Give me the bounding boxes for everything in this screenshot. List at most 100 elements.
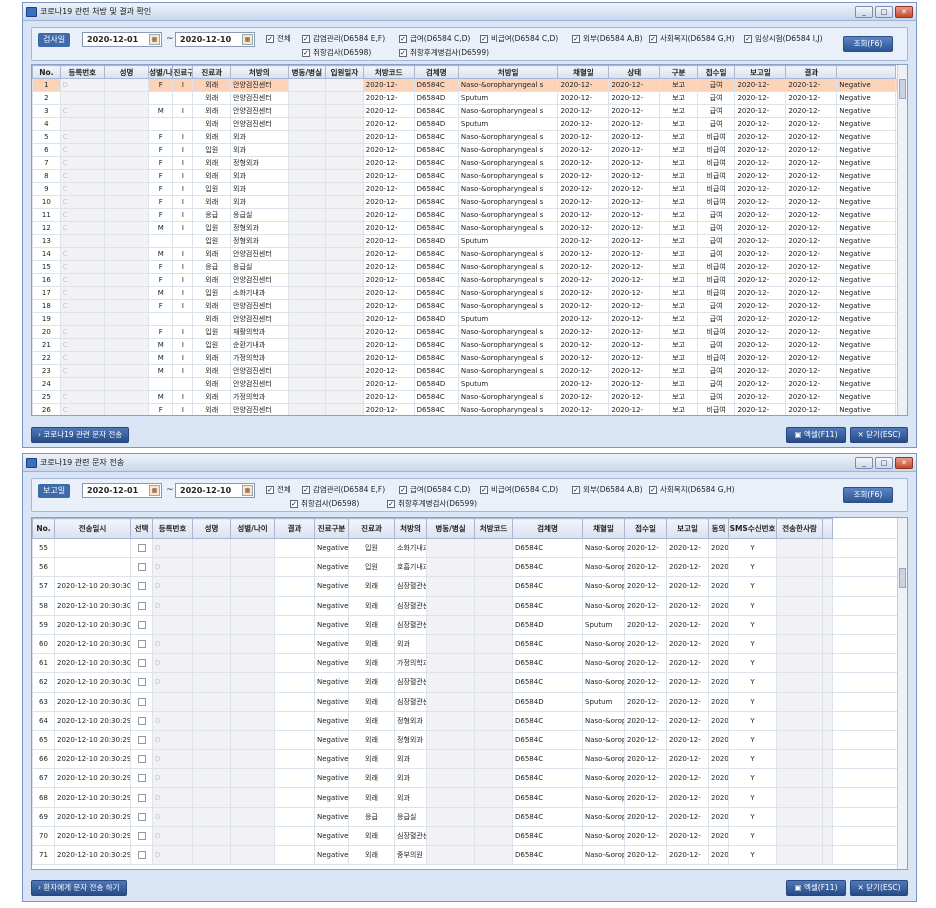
minimize-icon[interactable]: _ [855,457,873,469]
table-row[interactable]: 632020-12-10 20:30:30 Negative외래심장혈관센터 D65… [32,691,907,712]
table-row[interactable]: 60 2020-12-10 20:30:30 D Negative 외래 외과 D6584C… [32,633,907,655]
table-row[interactable]: 8 C F I 외래 외과 2020-12- D6584C Naso-&oropharyngea… [32,169,907,183]
column-header[interactable]: 결과 [785,65,838,79]
table-row[interactable]: 69 2020-12-10 20:30:29 D Negative 응급 응급실 D6584… [32,806,907,827]
table-row[interactable]: 61 2020-12-10 20:30:30 D Negative 외래 가정의학과 D65… [32,653,907,674]
scroll-thumb[interactable] [899,79,906,99]
column-header[interactable]: 입원일자 [325,65,364,79]
column-header[interactable]: 진료구분 [314,518,349,539]
column-header[interactable]: 결과 [274,518,315,539]
select-checkbox[interactable] [137,812,146,821]
column-header[interactable]: No. [32,518,55,539]
column-header[interactable]: 처방코드 [362,65,415,79]
column-header[interactable]: 성명 [103,65,150,79]
table-row[interactable]: 2 외래 안양검진센터 2020-12- D6584D Sputum 2020-12- 202… [32,91,907,105]
checkbox-welfare[interactable]: ✓ 사회복지(D6584 G,H) [649,33,735,44]
checkbox-all[interactable]: ✓ 전체 [266,484,291,495]
column-header[interactable]: 성별/나이 [230,518,275,539]
select-checkbox[interactable] [137,697,146,706]
column-header[interactable]: 처방의 [230,65,289,79]
table-row[interactable]: 9 C F I 입원 외과 2020-12- D6584C Naso-&oropharyngea… [32,182,907,196]
table-row[interactable]: 24 외래 안양검진센터 2020-12- D6584D Sputum 2020-12- 20… [32,377,907,391]
column-header[interactable]: 보고일 [734,65,787,79]
checkbox-test-d6598[interactable]: ✓ 취항검사(D6598) [290,498,359,509]
table-row[interactable]: 65 2020-12-10 20:30:29 D Negative 외래 정형외과 D658… [32,729,907,751]
date-to-input[interactable]: 2020-12-10 ▦ [175,483,255,498]
checkbox-test-d6598[interactable]: ✓ 취항검사(D6598) [302,47,371,58]
column-header[interactable]: 진료과 [348,518,395,539]
close-button[interactable]: ✕ 닫기(ESC) [850,880,908,896]
checkbox-insured[interactable]: ✓ 급여(D6584 C,D) [399,484,470,495]
select-checkbox[interactable] [137,678,146,687]
select-checkbox[interactable] [137,793,146,802]
checkbox-infection[interactable]: ✓ 감염관리(D6584 E,F) [302,33,385,44]
table-row[interactable]: 56 D Negative입원호흡기내과 D6584CNaso-&oropharyng… [32,557,907,578]
column-header[interactable]: 선택 [130,518,153,539]
checkbox-insured[interactable]: ✓ 급여(D6584 C,D) [399,33,470,44]
table-row[interactable]: 26 C F I 외래 안양검진센터 2020-12- D6584C Naso-&orophar… [32,403,907,415]
maximize-icon[interactable]: □ [875,457,893,469]
select-checkbox[interactable] [137,755,146,764]
search-button[interactable]: 조회(F6) [843,487,893,503]
column-header[interactable]: 구분 [659,65,698,79]
table-row[interactable]: 582020-12-10 20:30:30 D Negative외래심장혈관센터 D6… [32,595,907,616]
column-header[interactable]: 채혈일 [557,65,610,79]
close-icon[interactable]: ✕ [895,457,913,469]
calendar-icon[interactable]: ▦ [242,34,253,45]
column-header[interactable]: 병동/병실 [426,518,475,539]
table-row[interactable]: 19 외래 안양검진센터 2020-12- D6584D Sputum 2020-12- 20… [32,312,907,326]
table-row[interactable]: 20 C F I 입원 재활의학과 2020-12- D6584C Naso-&orophary… [32,325,907,339]
table-row[interactable]: 66 2020-12-10 20:30:29 D Negative 외래 외과 D6584C… [32,749,907,770]
table-row[interactable]: 16 C F I 외래 안양검진센터 2020-12- D6584C Naso-&orophar… [32,273,907,287]
column-header[interactable]: 병동/병실 [287,65,327,79]
table-row[interactable]: 592020-12-10 20:30:30 Negative외래심장혈관센터 D65… [32,614,907,635]
select-checkbox[interactable] [137,659,146,668]
checkbox-external[interactable]: ✓ 외부(D6584 A,B) [572,33,643,44]
column-header[interactable]: 검체명 [512,518,583,539]
close-icon[interactable]: ✕ [895,6,913,18]
column-header[interactable]: 성명 [192,518,231,539]
table-row[interactable]: 6 C F I 입원 외과 2020-12- D6584C Naso-&oropharyngea… [32,143,907,157]
table-row[interactable]: 12 C M I 입원 정형외과 2020-12- D6584C Naso-&oropharyn… [32,221,907,235]
select-checkbox[interactable] [137,544,146,553]
table-row[interactable]: 55 D Negative입원소화기내과 D6584CNaso-&oropharyng… [32,537,907,559]
table-row[interactable]: 3 C M I 외래 안양검진센터 2020-12- D6584C Naso-&orophary… [32,104,907,118]
table-row[interactable]: 10 C F I 외래 외과 2020-12- D6584C Naso-&oropharynge… [32,195,907,209]
calendar-icon[interactable]: ▦ [149,34,160,45]
table-row[interactable]: 22 C M I 외래 가정의학과 2020-12- D6584C Naso-&orophary… [32,351,907,365]
checkbox-uninsured[interactable]: ✓ 비급여(D6584 C,D) [480,484,558,495]
excel-button[interactable]: ▣ 엑셀(F11) [786,880,846,896]
table-row[interactable]: 17 C M I 입원 소화기내과 2020-12- D6584C Naso-&orophary… [32,286,907,300]
vertical-scrollbar[interactable] [897,518,907,869]
checkbox-all[interactable]: ✓ 전체 [266,33,291,44]
select-checkbox[interactable] [137,774,146,783]
checkbox-test-d6599[interactable]: ✓ 취항후계병검사(D6599) [387,498,477,509]
select-checkbox[interactable] [137,640,146,649]
table-row[interactable]: 71 2020-12-10 20:30:29 D Negative 외래 중부의원 D658… [32,844,907,866]
excel-button[interactable]: ▣ 엑셀(F11) [786,427,846,443]
select-checkbox[interactable] [137,735,146,744]
select-checkbox[interactable] [137,851,146,860]
checkbox-test-d6599[interactable]: ✓ 취항후계병검사(D6599) [399,47,489,58]
column-header[interactable]: 접수일 [696,65,736,79]
table-row[interactable]: 7 C F I 외래 정형외과 2020-12- D6584C Naso-&oropharyng… [32,156,907,170]
maximize-icon[interactable]: □ [875,6,893,18]
checkbox-uninsured[interactable]: ✓ 비급여(D6584 C,D) [480,33,558,44]
search-button[interactable]: 조회(F6) [843,36,893,52]
table-row[interactable]: 572020-12-10 20:30:30 D Negative외래심장혈관센터 D6… [32,576,907,597]
column-header[interactable]: 진료구분 [172,65,194,79]
column-header[interactable]: 처방의 [394,518,427,539]
checkbox-welfare[interactable]: ✓ 사회복지(D6584 G,H) [649,484,735,495]
column-header[interactable]: 성별/나이 [148,65,174,79]
table-row[interactable]: 622020-12-10 20:30:30 D Negative외래심장혈관센터 D6… [32,672,907,693]
column-header[interactable]: 동의 [708,518,729,539]
date-to-input[interactable]: 2020-12-10 ▦ [175,32,255,47]
table-row[interactable]: 4 외래 안양검진센터 2020-12- D6584D Sputum 2020-12- 202… [32,117,907,131]
scroll-thumb[interactable] [899,568,906,588]
table-row[interactable]: 13 입원 정형외과 2020-12- D6584D Sputum 2020-12- 2020… [32,234,907,248]
table-row[interactable]: 21 C M I 입원 순환기내과 2020-12- D6584C Naso-&orophary… [32,338,907,352]
column-header[interactable]: 보고일 [666,518,709,539]
table-row[interactable]: 25 C M I 외래 가정의학과 2020-12- D6584C Naso-&orophary… [32,390,907,404]
table-row[interactable]: 68 2020-12-10 20:30:29 D Negative 외래 외과 D6584C… [32,787,907,808]
date-from-input[interactable]: 2020-12-01 ▦ [82,483,162,498]
